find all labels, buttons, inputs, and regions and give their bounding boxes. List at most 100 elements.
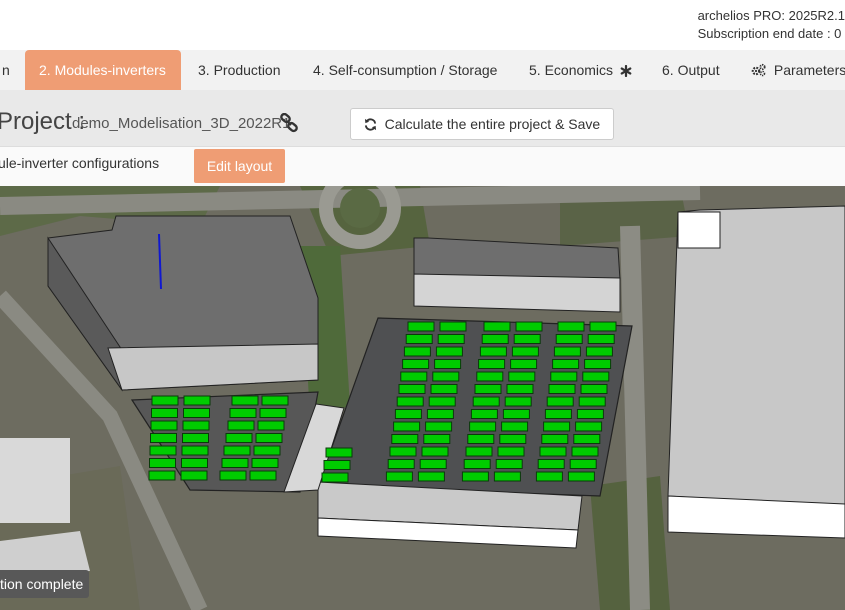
pv-module-block [571, 446, 599, 457]
pv-module-block [504, 396, 532, 407]
pv-module-block [219, 470, 247, 481]
pv-module-block [150, 433, 177, 443]
pv-module-block [430, 384, 458, 394]
refresh-icon [364, 111, 377, 141]
pv-module-block [511, 346, 539, 357]
pv-module-block [325, 447, 353, 458]
pv-module-block [584, 359, 612, 369]
pv-module-block [407, 321, 435, 332]
pv-module-block [182, 433, 209, 443]
pv-module-block [476, 371, 504, 382]
building-center-facade [413, 273, 621, 313]
pv-module-block [541, 434, 569, 444]
pv-module-block [472, 396, 500, 407]
pv-module-block [405, 334, 433, 344]
pv-module-block [550, 371, 578, 382]
project-bar: Project : demo_Modelisation_3D_2022R1 Ca… [0, 90, 845, 146]
pv-module-block [221, 458, 249, 468]
pv-module-block [253, 445, 281, 456]
tab-economics[interactable]: 5. Economics [515, 50, 646, 90]
tab-economics-label: 5. Economics [529, 62, 614, 78]
pv-module-block [437, 334, 465, 344]
pv-module-block [251, 458, 279, 468]
pv-module-block [470, 409, 498, 419]
pv-module-block [393, 421, 421, 432]
pv-module-block [227, 420, 255, 431]
pv-module-block [493, 471, 521, 482]
pv-module-block [589, 321, 617, 332]
building-right-facade [667, 495, 845, 539]
pv-module-block [394, 409, 422, 419]
pv-module-block [387, 459, 415, 469]
asterisk-icon [620, 52, 632, 92]
pv-module-block [546, 396, 574, 407]
pv-module-block [149, 445, 177, 456]
tab-modules-inverters[interactable]: 2. Modules-inverters [25, 50, 181, 90]
project-name: demo_Modelisation_3D_2022R1 [72, 115, 291, 132]
pv-module-block [578, 396, 606, 407]
pv-module-block [474, 384, 502, 394]
pv-module-block [402, 359, 430, 369]
pv-module-block [255, 433, 283, 443]
edit-layout-button[interactable]: Edit layout [194, 149, 285, 183]
pv-module-block [513, 334, 541, 344]
pv-module-block [508, 371, 536, 382]
pv-module-block [548, 384, 576, 394]
road [620, 225, 650, 610]
pv-module-block [434, 359, 462, 369]
pv-module-block [515, 321, 543, 332]
pv-module-block [389, 446, 417, 457]
pv-module-block [569, 459, 597, 469]
pv-module-block [225, 433, 253, 443]
calculate-save-button[interactable]: Calculate the entire project & Save [350, 108, 614, 140]
pv-module-block [423, 434, 451, 444]
tab-production[interactable]: 3. Production [184, 50, 295, 90]
tab-parameters[interactable]: Parameters [737, 50, 845, 90]
pv-module-block [479, 346, 507, 357]
building-roof [0, 438, 70, 523]
tab-output[interactable]: 6. Output [648, 50, 734, 90]
pv-module-block [432, 371, 460, 382]
tab-previous[interactable]: n [0, 50, 24, 90]
pv-module-block [426, 409, 454, 419]
pv-module-block [501, 421, 529, 432]
pv-module-block [573, 434, 601, 444]
pv-module-block [398, 384, 426, 394]
pv-module-block [428, 396, 456, 407]
pv-module-block [149, 458, 176, 468]
pv-module-block [439, 321, 467, 332]
top-bar: archelios PRO: 2025R2.1 Subscription end… [0, 0, 845, 51]
pv-module-block [535, 471, 563, 482]
pv-module-block [497, 446, 525, 457]
tab-self-consumption[interactable]: 4. Self-consumption / Storage [299, 50, 511, 90]
pv-module-block [183, 395, 211, 406]
building-right-roof [667, 205, 845, 507]
pv-module-block [465, 446, 493, 457]
config-title: ule-inverter configurations [0, 155, 160, 171]
pv-module-block [181, 445, 209, 456]
subscription-line: Subscription end date : 0 [697, 26, 842, 41]
main-tabs: n 2. Modules-inverters 3. Production 4. … [0, 50, 845, 90]
status-toast: tion complete [0, 570, 90, 598]
map-3d-view[interactable] [0, 186, 845, 610]
pv-module-block [148, 470, 176, 481]
pv-module-block [576, 409, 604, 419]
pv-module-block [181, 458, 208, 468]
pv-module-block [391, 434, 419, 444]
pv-module-block [553, 346, 581, 357]
pv-module-block [396, 396, 424, 407]
pv-module-block [150, 420, 178, 431]
pv-module-block [182, 420, 210, 431]
pv-module-block [151, 408, 178, 418]
pv-module-block [259, 408, 287, 418]
version-line: archelios PRO: 2025R2.1 [697, 8, 845, 23]
pv-module-block [223, 445, 251, 456]
pv-module-block [575, 421, 603, 432]
pv-module-block [582, 371, 610, 382]
link-icon[interactable] [279, 112, 299, 133]
pv-module-block [435, 346, 463, 357]
pv-module-block [257, 420, 285, 431]
pv-module-block [585, 346, 613, 357]
pv-module-block [261, 395, 289, 406]
pv-module-block [183, 408, 210, 418]
